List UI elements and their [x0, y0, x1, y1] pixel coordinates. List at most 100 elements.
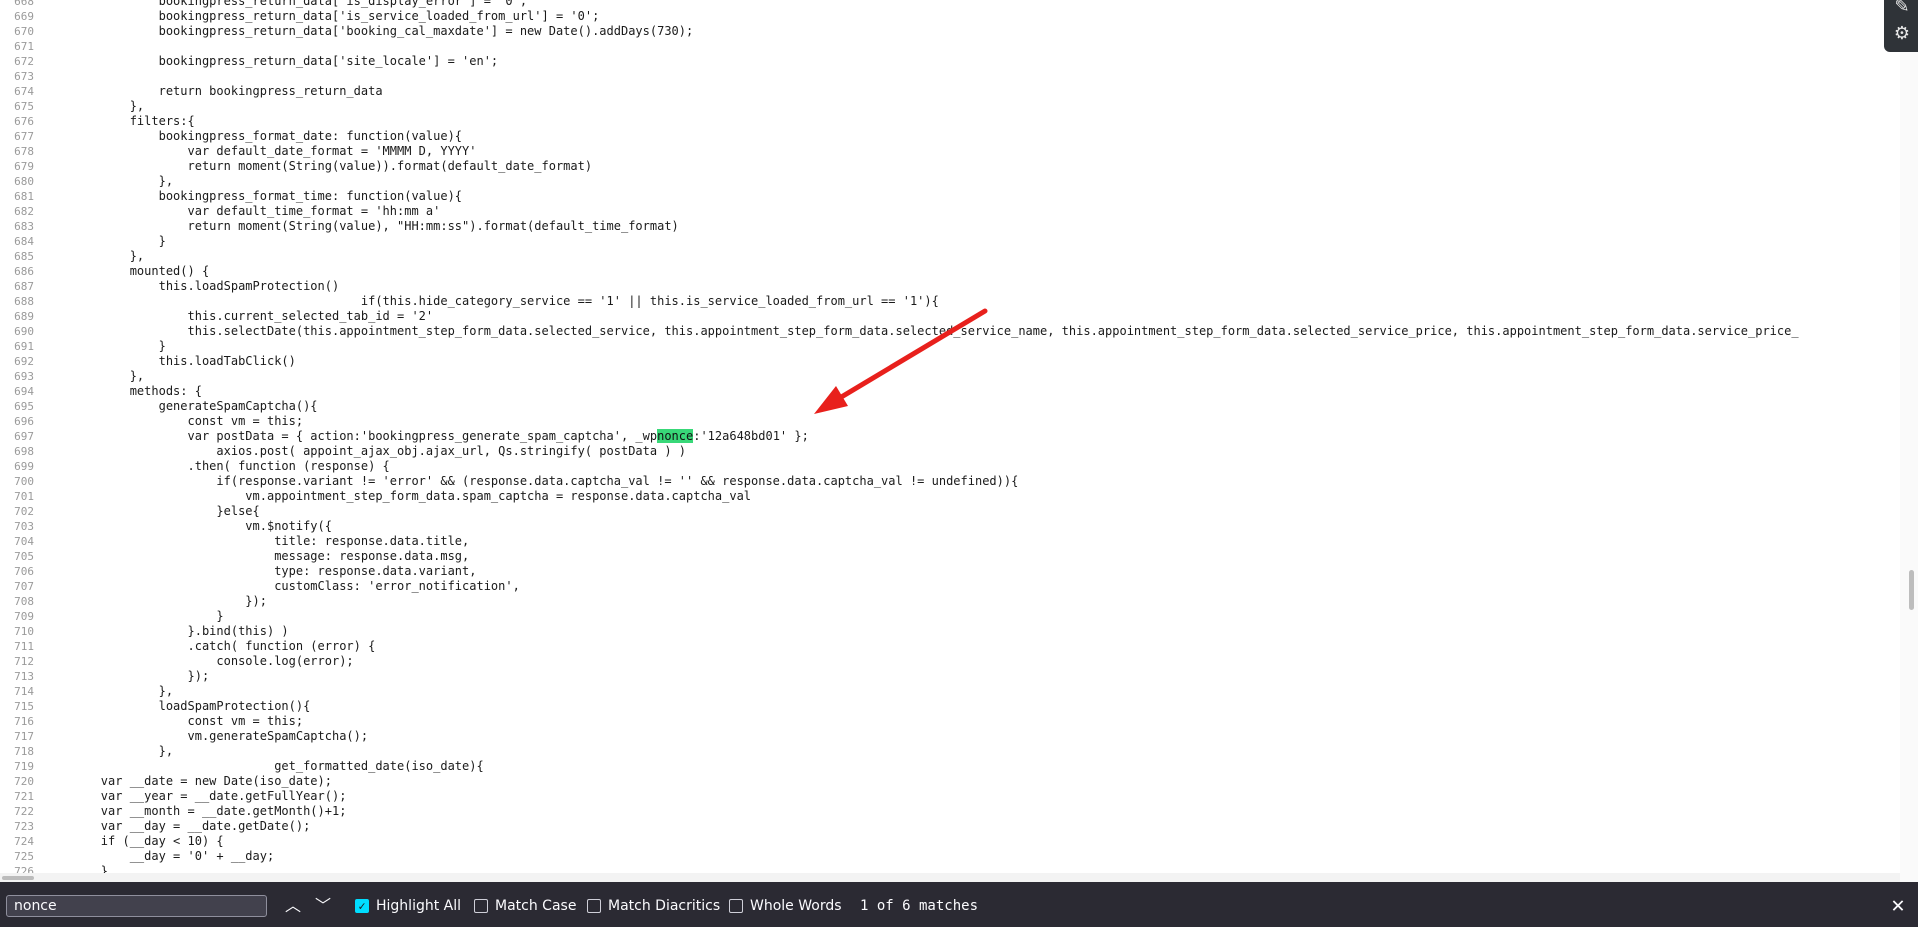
highlight-all-checkbox[interactable]: ✓ — [355, 899, 369, 913]
match-case-checkbox[interactable] — [474, 899, 488, 913]
code-line: 722 var __month = __date.getMonth()+1; — [0, 804, 1900, 819]
code-text: bookingpress_return_data['booking_cal_ma… — [43, 24, 694, 38]
whole-words-label[interactable]: Whole Words — [750, 898, 842, 914]
code-text: if(this.hide_category_service == '1' || … — [43, 294, 939, 308]
line-number: 687 — [14, 280, 34, 293]
code-text: } — [43, 339, 166, 353]
code-text: this.selectDate(this.appointment_step_fo… — [43, 324, 1799, 338]
match-diacritics-label[interactable]: Match Diacritics — [608, 898, 720, 914]
vertical-scrollbar-thumb[interactable] — [1909, 570, 1914, 610]
code-text: }, — [43, 249, 145, 263]
line-number: 706 — [14, 565, 34, 578]
line-number: 719 — [14, 760, 34, 773]
source-code: 668 bookingpress_return_data['is_display… — [0, 0, 1900, 873]
line-number: 688 — [14, 295, 34, 308]
code-line: 695 generateSpamCaptcha(){ — [0, 399, 1900, 414]
code-line: 687 this.loadSpamProtection() — [0, 279, 1900, 294]
match-count: 1 of 6 matches — [860, 898, 979, 914]
code-line: 677 bookingpress_format_date: function(v… — [0, 129, 1900, 144]
code-line: 721 var __year = __date.getFullYear(); — [0, 789, 1900, 804]
code-line: 707 customClass: 'error_notification', — [0, 579, 1900, 594]
code-text: }, — [43, 744, 174, 758]
line-number: 709 — [14, 610, 34, 623]
source-viewer[interactable]: 668 bookingpress_return_data['is_display… — [0, 0, 1900, 873]
line-number: 694 — [14, 385, 34, 398]
code-line: 694 methods: { — [0, 384, 1900, 399]
horizontal-scrollbar[interactable] — [0, 873, 1900, 882]
match-diacritics-checkbox[interactable] — [587, 899, 601, 913]
highlight-all-label[interactable]: Highlight All — [376, 898, 461, 914]
line-number: 670 — [14, 25, 34, 38]
chevron-up-icon: ︿ — [284, 896, 301, 915]
code-text: return moment(String(value), "HH:mm:ss")… — [43, 219, 679, 233]
code-line: 710 }.bind(this) ) — [0, 624, 1900, 639]
code-text: axios.post( appoint_ajax_obj.ajax_url, Q… — [43, 444, 686, 458]
code-line: 676 filters:{ — [0, 114, 1900, 129]
line-number: 693 — [14, 370, 34, 383]
whole-words-checkbox[interactable] — [729, 899, 743, 913]
line-number: 692 — [14, 355, 34, 368]
side-toolbar: ✎ ⚙ — [1884, 0, 1918, 52]
line-number: 676 — [14, 115, 34, 128]
code-line: 680 }, — [0, 174, 1900, 189]
match-case-label[interactable]: Match Case — [495, 898, 576, 914]
find-previous-button[interactable]: ︿ — [281, 895, 305, 917]
code-line: 713 }); — [0, 669, 1900, 684]
line-number: 708 — [14, 595, 34, 608]
close-find-bar-button[interactable]: ✕ — [1886, 894, 1910, 918]
code-line: 675 }, — [0, 99, 1900, 114]
code-line: 725 __day = '0' + __day; — [0, 849, 1900, 864]
line-number: 726 — [14, 865, 34, 873]
code-text: vm.appointment_step_form_data.spam_captc… — [43, 489, 752, 503]
code-text: } — [43, 609, 224, 623]
code-line: 718 }, — [0, 744, 1900, 759]
horizontal-scrollbar-thumb[interactable] — [2, 876, 34, 880]
find-next-button[interactable]: ﹀ — [311, 895, 335, 917]
code-line: 689 this.current_selected_tab_id = '2' — [0, 309, 1900, 324]
code-text: message: response.data.msg, — [43, 549, 470, 563]
code-line: 700 if(response.variant != 'error' && (r… — [0, 474, 1900, 489]
line-number: 680 — [14, 175, 34, 188]
code-line: 712 console.log(error); — [0, 654, 1900, 669]
line-number: 681 — [14, 190, 34, 203]
code-text: var __month = __date.getMonth()+1; — [43, 804, 347, 818]
code-text: bookingpress_format_date: function(value… — [43, 129, 463, 143]
code-line: 723 var __day = __date.getDate(); — [0, 819, 1900, 834]
line-number: 717 — [14, 730, 34, 743]
code-text: var __year = __date.getFullYear(); — [43, 789, 347, 803]
code-text: if(response.variant != 'error' && (respo… — [43, 474, 1019, 488]
line-number: 720 — [14, 775, 34, 788]
code-text: return moment(String(value)).format(defa… — [43, 159, 593, 173]
line-number: 699 — [14, 460, 34, 473]
code-line: 682 var default_time_format = 'hh:mm a' — [0, 204, 1900, 219]
line-number: 718 — [14, 745, 34, 758]
code-line: 714 }, — [0, 684, 1900, 699]
code-text: var __day = __date.getDate(); — [43, 819, 311, 833]
search-match-highlight: nonce — [657, 429, 694, 443]
edit-icon[interactable]: ✎ — [1893, 0, 1911, 16]
vertical-scrollbar[interactable] — [1900, 0, 1918, 882]
line-number: 682 — [14, 205, 34, 218]
code-line: 669 bookingpress_return_data['is_service… — [0, 9, 1900, 24]
line-number: 674 — [14, 85, 34, 98]
code-line: 684 } — [0, 234, 1900, 249]
gear-icon[interactable]: ⚙ — [1893, 25, 1911, 43]
line-number: 691 — [14, 340, 34, 353]
line-number: 689 — [14, 310, 34, 323]
code-line: 711 .catch( function (error) { — [0, 639, 1900, 654]
code-text: methods: { — [43, 384, 202, 398]
code-text: } — [43, 234, 166, 248]
line-number: 721 — [14, 790, 34, 803]
code-text: .then( function (response) { — [43, 459, 390, 473]
line-number: 672 — [14, 55, 34, 68]
line-number: 713 — [14, 670, 34, 683]
code-line: 704 title: response.data.title, — [0, 534, 1900, 549]
code-line: 699 .then( function (response) { — [0, 459, 1900, 474]
code-line: 691 } — [0, 339, 1900, 354]
code-line: 719 get_formatted_date(iso_date){ — [0, 759, 1900, 774]
code-line: 693 }, — [0, 369, 1900, 384]
code-text: }, — [43, 684, 174, 698]
code-line: 702 }else{ — [0, 504, 1900, 519]
code-text: customClass: 'error_notification', — [43, 579, 520, 593]
find-input[interactable] — [6, 895, 267, 917]
